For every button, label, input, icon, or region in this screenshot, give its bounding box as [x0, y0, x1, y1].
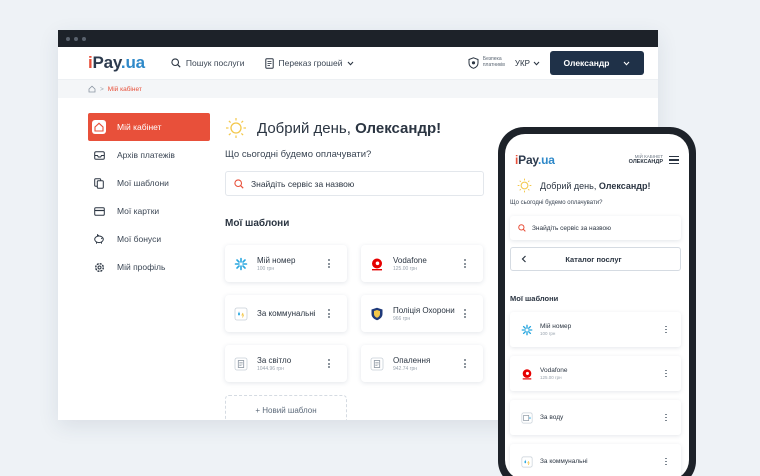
mobile-header: iPay.ua МІЙ КАБІНЕТ ОЛЕКСАНДР: [505, 134, 689, 176]
template-card[interactable]: Опалення 942.74 грн: [361, 345, 483, 382]
search-placeholder: Знайдіть сервіс за назвою: [251, 178, 355, 189]
home-icon: [92, 120, 106, 134]
sun-icon: [226, 118, 246, 138]
chevron-down-icon: [348, 61, 354, 66]
mobile-templates-title: Мої шаблони: [510, 294, 559, 303]
mobile-screen: iPay.ua МІЙ КАБІНЕТ ОЛЕКСАНДР Добрий ден…: [505, 134, 689, 476]
sidebar-item-profile[interactable]: Мій профіль: [88, 253, 210, 281]
shield-icon: [468, 57, 479, 69]
utilities-icon: [233, 306, 249, 322]
language-selector[interactable]: УКР: [515, 59, 540, 68]
nav-transfer-label: Переказ грошей: [278, 58, 343, 68]
bill-icon: [369, 356, 385, 372]
chevron-down-icon: [533, 61, 540, 66]
chevron-down-icon: [624, 61, 630, 66]
utilities-icon: [520, 455, 534, 469]
sidebar: Мій кабінет Архів платежів Мої шаблони М…: [88, 113, 210, 281]
home-icon[interactable]: [88, 85, 96, 93]
window-titlebar: [58, 30, 658, 47]
main-content: Добрий день, Олександр! Що сьогодні буде…: [225, 117, 485, 229]
breadcrumb-current[interactable]: Мій кабінет: [108, 86, 142, 93]
mobile-greeting: Добрий день, Олександр!: [505, 178, 689, 193]
sidebar-item-bonuses[interactable]: Мої бонуси: [88, 225, 210, 253]
greeting-heading: Добрий день, Олександр!: [225, 117, 485, 139]
breadcrumb: > Мій кабінет: [58, 80, 658, 98]
sun-icon: [517, 178, 532, 193]
kyivstar-logo-icon: [233, 256, 249, 272]
document-icon: [264, 57, 274, 69]
payment-question: Що сьогодні будемо оплачувати?: [225, 149, 372, 160]
mobile-payment-question: Що сьогодні будемо оплачувати?: [510, 200, 603, 206]
user-name: Олександр: [563, 58, 610, 68]
gear-icon: [92, 260, 106, 274]
search-icon: [234, 178, 244, 189]
template-card[interactable]: Мій номер 100 грн: [225, 245, 347, 282]
mobile-device: iPay.ua МІЙ КАБІНЕТ ОЛЕКСАНДР Добрий ден…: [498, 127, 696, 476]
sidebar-item-cards[interactable]: Мої картки: [88, 197, 210, 225]
new-template-button[interactable]: + Новий шаблон: [225, 395, 347, 420]
water-bill-icon: [520, 411, 534, 425]
ipay-logo[interactable]: iPay.ua: [88, 53, 145, 73]
window-dot[interactable]: [82, 36, 86, 41]
copy-icon: [92, 176, 106, 190]
service-search-input[interactable]: Знайдіть сервіс за назвою: [225, 171, 484, 196]
template-card[interactable]: Vodafone 125.00 грн: [361, 245, 483, 282]
template-card[interactable]: За коммунальні: [225, 295, 347, 332]
more-options-icon[interactable]: [665, 413, 667, 422]
search-icon: [171, 58, 181, 68]
payer-safety-link[interactable]: Безпека платників: [468, 56, 505, 69]
ipay-logo[interactable]: iPay.ua: [515, 153, 555, 167]
hamburger-menu-icon[interactable]: [669, 155, 679, 165]
window-dot[interactable]: [66, 36, 70, 41]
nav-search-service[interactable]: Пошук послуги: [171, 58, 245, 68]
user-menu-button[interactable]: Олександр: [550, 51, 644, 75]
sidebar-item-archive[interactable]: Архів платежів: [88, 141, 210, 169]
more-options-icon[interactable]: [323, 309, 335, 318]
mobile-template-card[interactable]: За воду: [510, 400, 681, 435]
sidebar-item-templates[interactable]: Мої шаблони: [88, 169, 210, 197]
templates-section-title: Мої шаблони: [225, 218, 290, 229]
sidebar-item-my-cabinet[interactable]: Мій кабінет: [88, 113, 210, 141]
template-card[interactable]: Поліція Охорони 966 грн: [361, 295, 483, 332]
more-options-icon[interactable]: [459, 359, 471, 368]
mobile-template-card[interactable]: Мій номер 100 грн: [510, 312, 681, 347]
more-options-icon[interactable]: [665, 325, 667, 334]
inbox-icon: [92, 148, 106, 162]
kyivstar-logo-icon: [520, 323, 534, 337]
mobile-search-input[interactable]: Знайдіть сервіс за назвою: [510, 216, 681, 240]
more-options-icon[interactable]: [459, 259, 471, 268]
nav-money-transfer[interactable]: Переказ грошей: [264, 57, 355, 69]
safety-text: Безпека платників: [482, 56, 505, 68]
top-navigation: iPay.ua Пошук послуги Переказ грошей Без…: [58, 47, 658, 80]
more-options-icon[interactable]: [459, 309, 471, 318]
vodafone-logo-icon: [520, 367, 534, 381]
service-catalog-button[interactable]: Каталог послуг: [510, 247, 681, 271]
piggy-bank-icon: [92, 232, 106, 246]
vodafone-logo-icon: [369, 256, 385, 272]
bill-icon: [233, 356, 249, 372]
window-dot[interactable]: [74, 36, 78, 41]
card-icon: [92, 204, 106, 218]
mobile-template-card[interactable]: Vodafone 125.00 грн: [510, 356, 681, 391]
more-options-icon[interactable]: [323, 359, 335, 368]
search-icon: [518, 224, 526, 232]
template-card[interactable]: За світло 1044.96 грн: [225, 345, 347, 382]
more-options-icon[interactable]: [665, 457, 667, 466]
more-options-icon[interactable]: [323, 259, 335, 268]
mobile-account-link[interactable]: МІЙ КАБІНЕТ ОЛЕКСАНДР: [629, 154, 663, 166]
mobile-template-card[interactable]: За коммунальні: [510, 444, 681, 476]
nav-search-label: Пошук послуги: [185, 58, 245, 68]
more-options-icon[interactable]: [665, 369, 667, 378]
police-shield-icon: [369, 306, 385, 322]
